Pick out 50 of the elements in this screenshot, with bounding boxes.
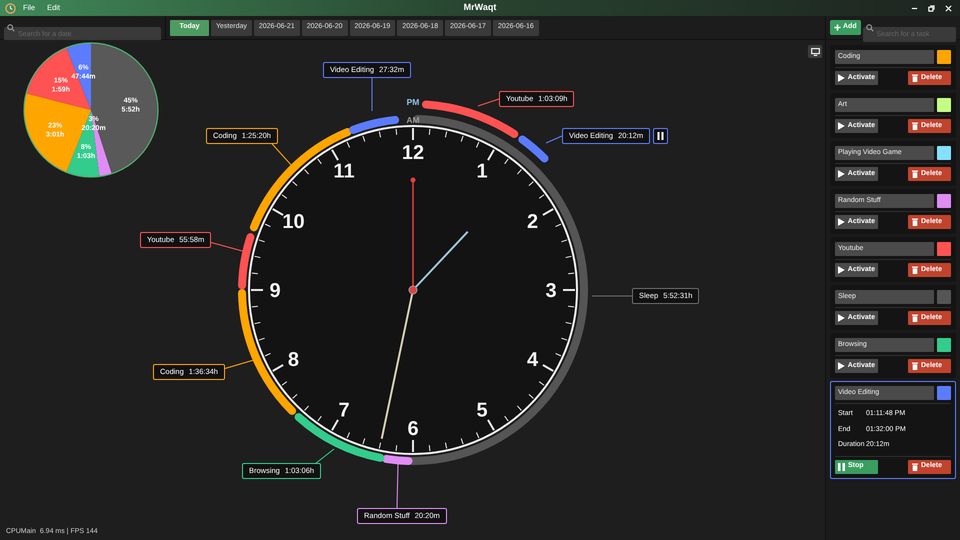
trash-icon [912,362,918,370]
play-icon [838,266,845,274]
color-swatch[interactable] [937,242,951,256]
clock-number: 11 [333,160,355,182]
restore-icon[interactable] [928,4,935,12]
clock-number: 9 [269,280,281,302]
play-icon [838,170,845,178]
trash-icon [912,218,918,226]
play-icon [838,362,845,370]
trash-icon [912,170,918,178]
trash-icon [912,462,918,470]
pm-label: PM [406,97,420,107]
color-swatch[interactable] [937,146,951,160]
clock-number: 6 [407,418,419,440]
clock-number: 4 [526,349,538,371]
search-icon [866,24,874,32]
clock-number: 8 [288,349,300,371]
pause-icon [838,462,845,470]
clock-number: 1 [476,160,488,182]
trash-icon [912,266,918,274]
trash-icon [912,74,918,82]
color-swatch[interactable] [937,194,951,208]
monitor-icon [810,48,820,56]
color-swatch[interactable] [937,338,951,352]
play-icon [838,314,845,322]
play-icon [838,218,845,226]
pause-icon [657,132,664,140]
center-dot [408,286,418,294]
clock-number: 12 [402,142,424,164]
color-swatch[interactable] [937,98,951,112]
color-swatch[interactable] [937,50,951,64]
clock-number: 10 [282,211,305,233]
plus-icon [834,24,841,31]
clock-number: 2 [526,211,538,233]
close-icon[interactable] [945,4,952,12]
display-button[interactable] [808,45,822,58]
clock-logo-icon [5,2,16,14]
pause-button[interactable] [653,128,668,144]
clock-number: 3 [545,280,557,302]
search-icon [7,24,15,32]
window-title: MrWaqt [462,1,498,14]
play-icon [838,122,845,130]
color-swatch[interactable] [937,290,951,304]
am-label: AM [406,115,420,125]
clock-number: 7 [338,400,350,422]
color-swatch[interactable] [937,386,951,400]
clock-number: 5 [476,400,488,422]
trash-icon [912,314,918,322]
play-icon [838,74,845,82]
trash-icon [912,122,918,130]
